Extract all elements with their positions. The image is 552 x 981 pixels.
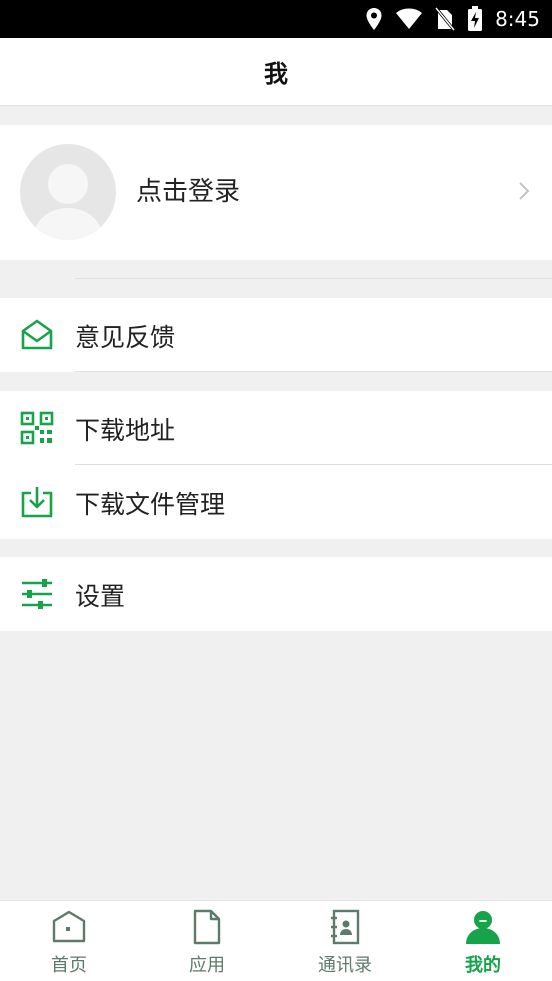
divider (75, 278, 552, 279)
menu-item-settings[interactable]: 设置 (0, 557, 552, 631)
location-icon (366, 8, 382, 30)
tab-apps[interactable]: 应用 (138, 901, 276, 981)
contacts-icon (331, 909, 360, 945)
title-bar: 我 (0, 38, 552, 106)
status-bar: 8:45 (0, 0, 552, 38)
qr-code-icon (20, 411, 54, 445)
tab-label: 应用 (189, 955, 225, 976)
tab-me[interactable]: 我的 (414, 901, 552, 981)
clock: 8:45 (495, 7, 540, 31)
login-label: 点击登录 (136, 177, 241, 207)
default-avatar-icon (34, 164, 102, 240)
tab-home[interactable]: 首页 (0, 901, 138, 981)
status-icons: 8:45 (365, 6, 540, 32)
menu-item-label: 下载文件管理 (75, 490, 226, 519)
home-icon (52, 910, 86, 943)
chevron-right-icon (519, 182, 530, 200)
menu-item-label: 意见反馈 (75, 323, 176, 352)
sliders-icon (22, 579, 52, 609)
document-icon (193, 909, 221, 945)
no-sim-icon (435, 7, 456, 31)
wifi-icon (396, 8, 423, 29)
menu-item-label: 设置 (75, 582, 126, 611)
login-row[interactable]: 点击登录 (0, 125, 552, 260)
menu-item-feedback[interactable]: 意见反馈 (0, 298, 552, 372)
tab-label: 通讯录 (318, 955, 372, 976)
download-tray-icon (21, 487, 53, 518)
tab-label: 首页 (51, 955, 87, 976)
page-title: 我 (264, 60, 288, 88)
section-spacer (0, 260, 552, 279)
mail-open-icon (21, 319, 53, 350)
person-icon (466, 911, 500, 944)
tab-label: 我的 (465, 955, 501, 976)
menu-item-download-address[interactable]: 下载地址 (0, 391, 552, 465)
bottom-tab-bar: 首页 应用 通讯录 我的 (0, 900, 552, 981)
avatar (20, 144, 116, 240)
menu-item-download-manager[interactable]: 下载文件管理 (0, 465, 552, 539)
menu-item-label: 下载地址 (75, 416, 176, 445)
tab-contacts[interactable]: 通讯录 (276, 901, 414, 981)
divider (75, 371, 552, 372)
battery-charging-icon (468, 6, 483, 31)
